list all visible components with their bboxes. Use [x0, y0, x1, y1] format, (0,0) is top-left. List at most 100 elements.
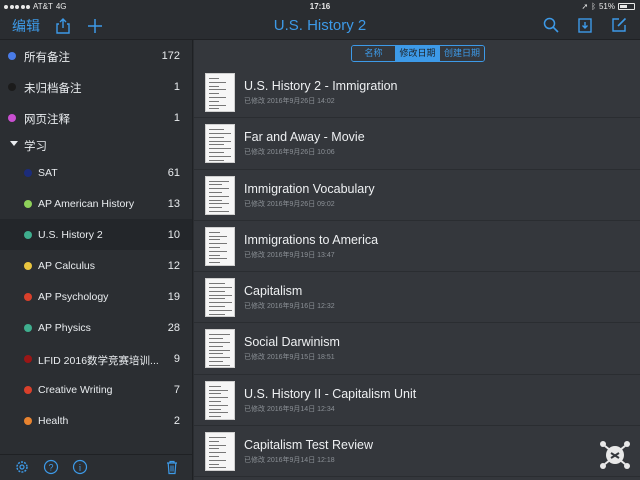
- note-row[interactable]: U.S. History 2 - Immigration 已修改 2016年9月…: [194, 67, 640, 119]
- disclosure-down-icon: [10, 141, 18, 146]
- thumbnail-text-line: [209, 262, 220, 264]
- thumbnail-text-line: [209, 283, 225, 285]
- thumbnail-text-line: [209, 400, 221, 402]
- thumbnail-text-line: [209, 108, 219, 110]
- note-title: U.S. History II - Capitalism Unit: [244, 386, 417, 401]
- thumbnail-text-line: [209, 467, 226, 469]
- sidebar-notebook-item[interactable]: AP Physics 28: [0, 312, 192, 343]
- thumbnail-text-line: [209, 361, 223, 363]
- note-thumbnail: [205, 73, 235, 112]
- svg-text:i: i: [79, 463, 82, 473]
- sort-by-name[interactable]: 名称: [352, 46, 396, 61]
- sidebar-item-all-notes[interactable]: 所有备注 172: [0, 40, 192, 71]
- sidebar-item-count: 61: [167, 167, 180, 179]
- status-time: 17:16: [309, 2, 331, 11]
- note-date: 已修改 2016年9月15日 18:51: [244, 354, 335, 362]
- sidebar-notebook-item[interactable]: Creative Writing 7: [0, 374, 192, 405]
- info-icon[interactable]: i: [72, 459, 88, 475]
- note-row[interactable]: Capitalism Test Review 已修改 2016年9月14日 12…: [194, 426, 640, 478]
- thumbnail-text-line: [209, 286, 232, 288]
- note-list-pane: 名称 修改日期 创建日期 U.S. History 2 - Immigratio…: [194, 40, 640, 480]
- thumbnail-text-line: [209, 258, 227, 260]
- color-dot: [24, 292, 32, 301]
- sidebar-item-label: SAT: [38, 167, 58, 179]
- note-row[interactable]: Immigration Vocabulary 已修改 2016年9月26日 09…: [194, 170, 640, 221]
- thumbnail-text-line: [209, 140, 231, 142]
- note-row[interactable]: U.S. History II - Capitalism Unit 已修改 20…: [194, 375, 640, 427]
- sidebar-item-web-clips[interactable]: 网页注释 1: [0, 102, 192, 133]
- color-dot: [24, 354, 32, 363]
- sidebar-notebook-item[interactable]: SAT 61: [0, 157, 192, 188]
- note-row[interactable]: Capitalism 已修改 2016年9月16日 12:32: [194, 272, 640, 324]
- export-icon[interactable]: [576, 16, 594, 34]
- note-title: Far and Away - Movie: [244, 130, 365, 145]
- sidebar-notebook-item[interactable]: LFID 2016数学竞赛培训... 9: [0, 343, 192, 374]
- thumbnail-text-line: [209, 385, 221, 387]
- thumbnail-text-line: [209, 309, 232, 311]
- sidebar-item-count: 13: [167, 198, 180, 210]
- trash-icon[interactable]: [164, 459, 180, 475]
- sidebar-notebook-item[interactable]: AP Calculus 12: [0, 250, 192, 281]
- note-thumbnail: [205, 175, 235, 215]
- color-dot: [24, 199, 32, 208]
- color-dot: [8, 51, 16, 60]
- sidebar-notebook-item[interactable]: AP Psychology 19: [0, 281, 192, 312]
- compose-icon[interactable]: [610, 16, 628, 34]
- thumbnail-text-line: [209, 294, 232, 296]
- help-icon[interactable]: ?: [43, 459, 59, 475]
- note-thumbnail: [205, 380, 235, 420]
- thumbnail-text-line: [209, 235, 227, 237]
- note-title: Capitalism: [244, 284, 303, 299]
- note-row[interactable]: Immigrations to America 已修改 2016年9月19日 1…: [194, 221, 640, 273]
- thumbnail-text-line: [209, 302, 232, 304]
- thumbnail-text-line: [209, 81, 226, 83]
- thumbnail-text-line: [209, 345, 223, 347]
- note-row[interactable]: Far and Away - Movie 已修改 2016年9月26日 10:0…: [194, 118, 640, 170]
- nav-bar: 编辑 U.S. History 2: [0, 13, 640, 40]
- note-thumbnail: [205, 329, 235, 369]
- thumbnail-text-line: [209, 290, 225, 292]
- sidebar-notebook-item-selected[interactable]: U.S. History 2 10: [0, 219, 192, 250]
- sidebar: 所有备注 172 未归档备注 1 网页注释 1 学习 SAT 61 AP Ame…: [0, 40, 193, 454]
- thumbnail-text-line: [209, 210, 229, 212]
- thumbnail-text-line: [209, 155, 231, 157]
- thumbnail-text-line: [209, 159, 224, 161]
- color-dot: [24, 385, 32, 394]
- color-dot: [24, 323, 32, 332]
- thumbnail-text-line: [209, 397, 228, 399]
- note-title: Social Darwinism: [244, 335, 340, 350]
- sidebar-item-label: 未归档备注: [24, 83, 82, 95]
- color-dot: [8, 82, 16, 91]
- status-right: ➚ ᛒ 51%: [581, 2, 635, 11]
- thumbnail-text-line: [209, 404, 228, 406]
- sidebar-notebook-item[interactable]: Health 2: [0, 405, 192, 436]
- thumbnail-text-line: [209, 78, 219, 79]
- sidebar-item-unfiled[interactable]: 未归档备注 1: [0, 71, 192, 102]
- thumbnail-text-line: [209, 136, 224, 138]
- thumbnail-text-line: [209, 313, 225, 315]
- sort-by-modified[interactable]: 修改日期: [396, 46, 440, 61]
- note-title: U.S. History 2 - Immigration: [244, 79, 398, 93]
- gear-icon[interactable]: [14, 459, 30, 475]
- note-row[interactable]: Social Darwinism 已修改 2016年9月15日 18:51: [194, 323, 640, 375]
- sidebar-item-count: 9: [173, 353, 180, 365]
- thumbnail-text-line: [209, 254, 220, 256]
- search-icon[interactable]: [542, 16, 560, 34]
- sort-by-created[interactable]: 创建日期: [440, 46, 484, 61]
- sidebar-group-study[interactable]: 学习: [0, 133, 192, 157]
- thumbnail-text-line: [209, 416, 221, 418]
- thumbnail-text-line: [209, 129, 224, 131]
- thumbnail-text-line: [209, 452, 226, 454]
- thumbnail-text-line: [209, 100, 219, 102]
- sidebar-item-label: Creative Writing: [38, 384, 113, 396]
- thumbnail-text-line: [209, 152, 224, 154]
- thumbnail-text-line: [209, 144, 224, 146]
- sidebar-item-count: 1: [173, 112, 180, 124]
- sidebar-item-label: AP American History: [38, 198, 135, 210]
- thumbnail-text-line: [209, 334, 230, 336]
- sidebar-item-label: Health: [38, 415, 69, 427]
- thumbnail-text-line: [209, 389, 228, 391]
- thumbnail-text-line: [209, 459, 226, 461]
- sidebar-item-count: 7: [173, 384, 180, 396]
- sidebar-notebook-item[interactable]: AP American History 13: [0, 188, 192, 219]
